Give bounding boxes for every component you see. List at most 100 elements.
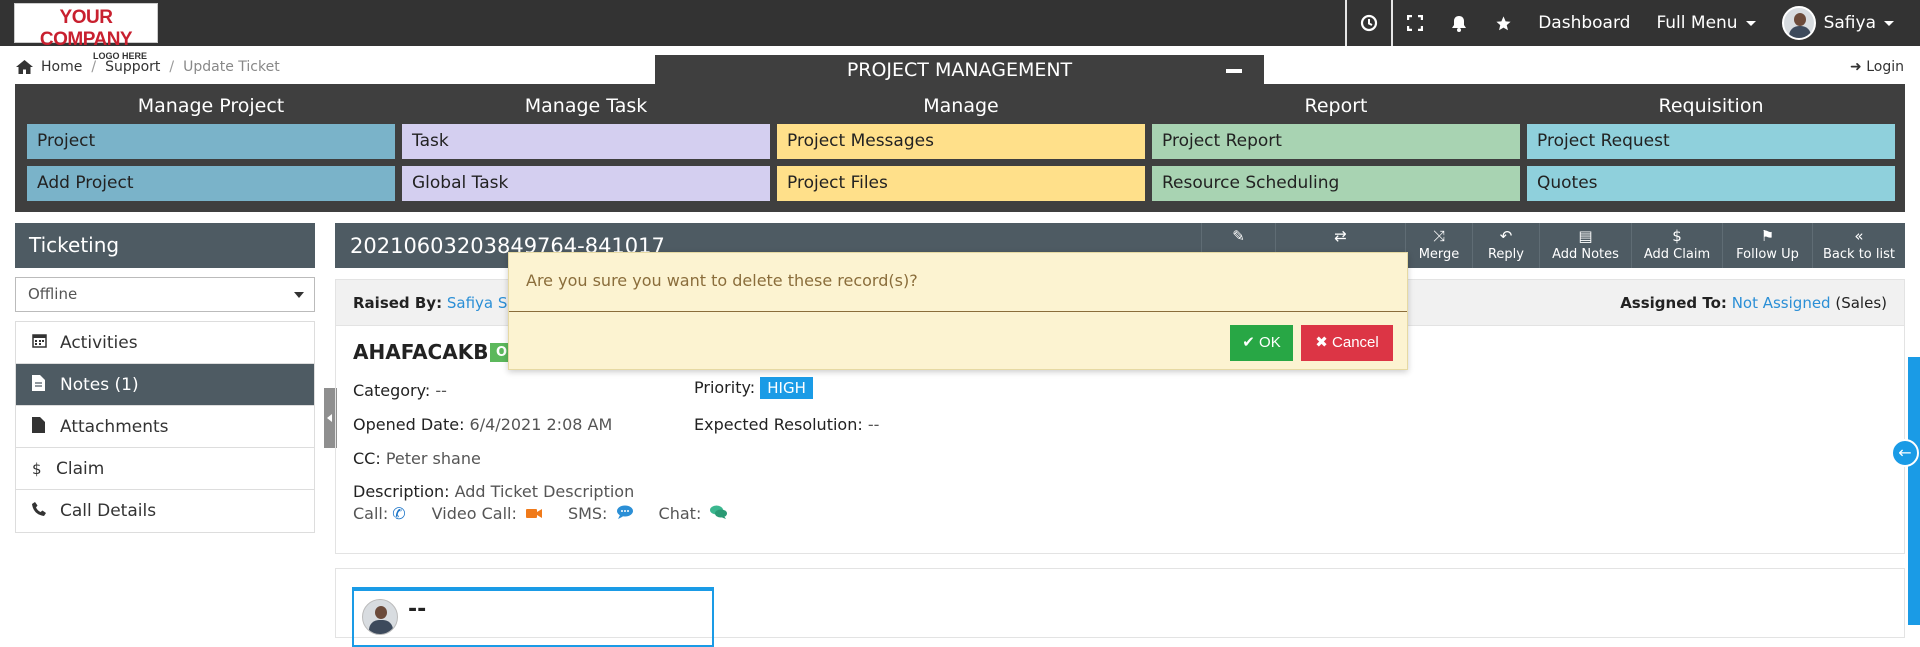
- user-name: Safiya: [1823, 13, 1876, 33]
- expected-resolution-field: Expected Resolution: --: [694, 415, 879, 434]
- pm-title: PROJECT MANAGEMENT: [846, 59, 1073, 81]
- action-label: Back to list: [1823, 247, 1895, 262]
- clock-icon[interactable]: [1347, 0, 1391, 46]
- pm-column-manage-project: Manage Project Project Add Project: [27, 84, 395, 208]
- comment-icon: [611, 504, 633, 523]
- pm-column-head: Manage Task: [524, 95, 648, 117]
- pm-item-project-request[interactable]: Project Request: [1527, 124, 1895, 159]
- expected-resolution-label: Expected Resolution:: [694, 415, 863, 434]
- pm-item-task[interactable]: Task: [402, 124, 770, 159]
- action-label: Add Claim: [1643, 247, 1711, 262]
- dollar-icon: $: [32, 459, 42, 478]
- sidebar-item-label: Claim: [56, 458, 105, 479]
- opened-date-label: Opened Date:: [353, 415, 465, 434]
- communication-options: Call: ✆ Video Call: SMS: Chat:: [353, 504, 728, 523]
- call-label: Call:: [353, 504, 389, 523]
- sidebar-item-activities[interactable]: Activities: [16, 322, 314, 364]
- cc-label: CC:: [353, 449, 381, 468]
- close-icon: ✖: [1315, 334, 1328, 351]
- dashboard-link[interactable]: Dashboard: [1525, 0, 1643, 46]
- shuffle-icon: ⤨: [1432, 227, 1445, 245]
- company-logo[interactable]: YOUR COMPANY LOGO HERE: [14, 3, 158, 61]
- avatar: [1781, 6, 1816, 40]
- ok-label: OK: [1259, 334, 1281, 351]
- priority-label: Priority:: [694, 378, 756, 397]
- action-label: Reply: [1487, 247, 1524, 262]
- sidebar-item-label: Attachments: [60, 416, 169, 437]
- pm-item-project-files[interactable]: Project Files: [777, 166, 1145, 201]
- sidebar-item-attachments[interactable]: Attachments: [16, 406, 314, 448]
- pm-item-global-task[interactable]: Global Task: [402, 166, 770, 201]
- calendar-icon: [32, 333, 60, 352]
- cancel-button[interactable]: ✖ Cancel: [1301, 325, 1393, 361]
- category-field: Category: --: [353, 381, 447, 400]
- add-notes-button[interactable]: ▤ Add Notes: [1539, 223, 1631, 268]
- login-link[interactable]: ➜ Login: [1850, 59, 1904, 75]
- pm-column-head: Manage: [923, 95, 999, 117]
- note-card[interactable]: --: [352, 587, 714, 647]
- pm-item-project-messages[interactable]: Project Messages: [777, 124, 1145, 159]
- back-to-list-button[interactable]: « Back to list: [1812, 223, 1905, 268]
- full-menu-label: Full Menu: [1656, 13, 1738, 33]
- pm-item-quotes[interactable]: Quotes: [1527, 166, 1895, 201]
- breadcrumb-home[interactable]: Home: [41, 59, 82, 75]
- video-call-option[interactable]: Video Call:: [432, 504, 542, 523]
- note-title: --: [408, 597, 427, 622]
- file-icon: [32, 416, 60, 437]
- bell-icon[interactable]: [1437, 0, 1481, 46]
- sidebar-title: Ticketing: [15, 223, 315, 268]
- sms-option[interactable]: SMS:: [568, 504, 633, 523]
- add-claim-button[interactable]: $ Add Claim: [1631, 223, 1722, 268]
- call-option[interactable]: Call: ✆: [353, 504, 406, 523]
- minus-icon[interactable]: [1226, 69, 1242, 73]
- description-value: Add Ticket Description: [454, 482, 635, 501]
- reply-button[interactable]: ↶ Reply: [1472, 223, 1539, 268]
- pm-item-add-project[interactable]: Add Project: [27, 166, 395, 201]
- exchange-icon: ⇄: [1334, 227, 1347, 245]
- pm-item-project[interactable]: Project: [27, 124, 395, 159]
- merge-button[interactable]: ⤨ Merge: [1405, 223, 1472, 268]
- delete-confirm-dialog: Are you sure you want to delete these re…: [508, 252, 1408, 370]
- pm-column-manage-task: Manage Task Task Global Task: [402, 84, 770, 208]
- raised-by-label: Raised By:: [353, 294, 443, 312]
- arrow-left-circle-icon[interactable]: ←: [1891, 439, 1919, 467]
- fullscreen-icon[interactable]: [1393, 0, 1437, 46]
- chat-option[interactable]: Chat:: [659, 504, 728, 523]
- project-management-panel: Manage Project Project Add Project Manag…: [15, 84, 1905, 212]
- action-label: Follow Up: [1736, 247, 1799, 262]
- cancel-label: Cancel: [1332, 334, 1379, 351]
- pm-column-head: Requisition: [1658, 95, 1764, 117]
- home-icon: [16, 60, 33, 74]
- sidebar-item-claim[interactable]: $ Claim: [16, 448, 314, 490]
- chat-label: Chat:: [658, 504, 702, 523]
- ok-button[interactable]: ✔ OK: [1230, 325, 1293, 361]
- breadcrumb-support[interactable]: Support: [105, 59, 160, 75]
- full-menu-dropdown[interactable]: Full Menu: [1643, 0, 1768, 46]
- description-field: Description: Add Ticket Description: [353, 482, 634, 501]
- sidebar-item-notes[interactable]: Notes (1): [16, 364, 314, 406]
- follow-up-button[interactable]: ⚑ Follow Up: [1722, 223, 1812, 268]
- cc-value: Peter shane: [385, 449, 481, 468]
- opened-date-field: Opened Date: 6/4/2021 2:08 AM: [353, 415, 612, 434]
- pm-item-resource-scheduling[interactable]: Resource Scheduling: [1152, 166, 1520, 201]
- top-navbar: YOUR COMPANY LOGO HERE Dashboard Full Me…: [0, 0, 1920, 61]
- phone-icon: [32, 502, 60, 520]
- breadcrumb: Home / Support / Update Ticket: [16, 59, 280, 75]
- star-icon[interactable]: [1481, 0, 1525, 46]
- caret-down-icon: [1745, 20, 1756, 26]
- raised-by: Raised By: Safiya Smit: [353, 294, 532, 312]
- comments-icon: [705, 504, 728, 523]
- sidebar-item-label: Call Details: [60, 501, 157, 521]
- sms-label: SMS:: [567, 504, 608, 523]
- ticket-name: AHAFACAKBL: [353, 340, 502, 364]
- priority-field: Priority: HIGH: [694, 377, 813, 399]
- sidebar-item-call-details[interactable]: Call Details: [16, 490, 314, 532]
- status-select[interactable]: Offline: [15, 277, 315, 312]
- reply-icon: ↶: [1499, 227, 1513, 245]
- double-chevron-left-icon: «: [1854, 227, 1864, 245]
- user-menu[interactable]: Safiya: [1769, 0, 1920, 46]
- opened-date-value: 6/4/2021 2:08 AM: [469, 415, 613, 434]
- right-side-panel-tab[interactable]: [1908, 357, 1920, 625]
- assigned-to-link[interactable]: Not Assigned: [1732, 294, 1831, 312]
- pm-item-project-report[interactable]: Project Report: [1152, 124, 1520, 159]
